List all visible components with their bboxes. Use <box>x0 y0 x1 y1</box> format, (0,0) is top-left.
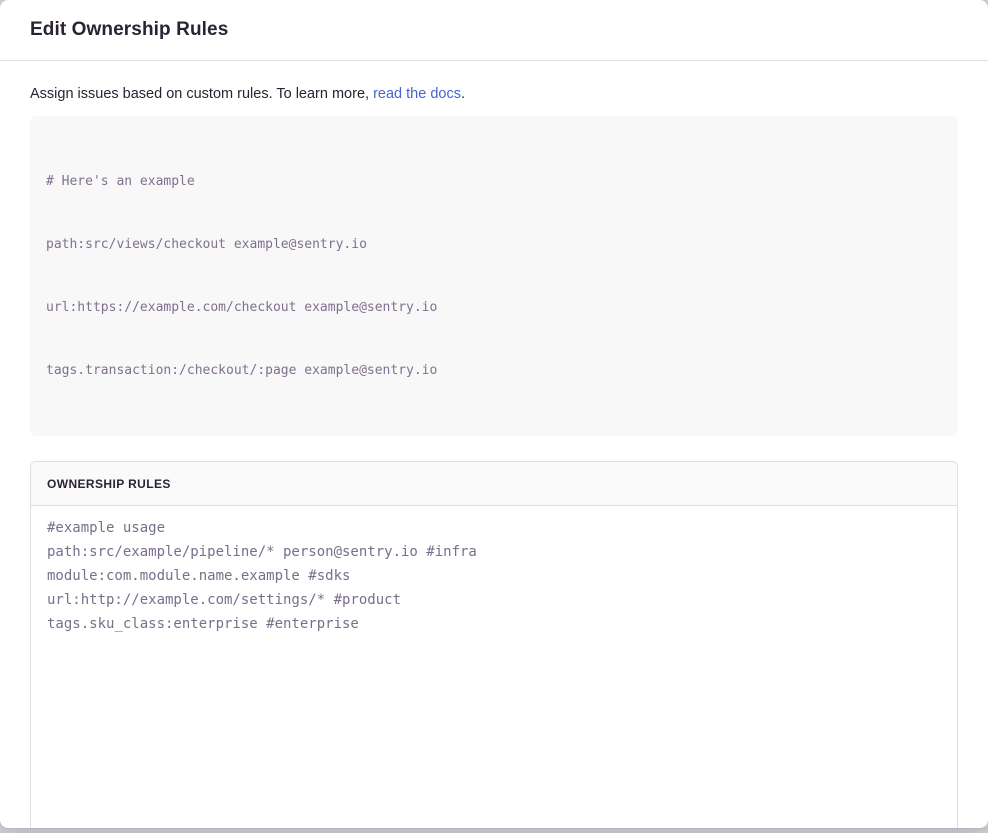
example-code-line: # Here's an example <box>46 171 942 192</box>
example-code-line: path:src/views/checkout example@sentry.i… <box>46 234 942 255</box>
ownership-rules-panel: OWNERSHIP RULES #example usage path:src/… <box>30 461 958 828</box>
example-code-block: # Here's an example path:src/views/check… <box>30 116 958 436</box>
ownership-rules-panel-header: OWNERSHIP RULES <box>31 462 957 506</box>
modal-header: Edit Ownership Rules <box>0 0 988 61</box>
description: Assign issues based on custom rules. To … <box>30 84 958 104</box>
description-text: Assign issues based on custom rules. To … <box>30 86 373 102</box>
modal-body: Assign issues based on custom rules. To … <box>0 61 988 828</box>
edit-ownership-rules-modal: Edit Ownership Rules Assign issues based… <box>0 0 988 828</box>
example-code-line: tags.transaction:/checkout/:page example… <box>46 360 942 381</box>
read-the-docs-link[interactable]: read the docs <box>373 86 461 102</box>
ownership-rules-textarea[interactable]: #example usage path:src/example/pipeline… <box>31 506 957 828</box>
ownership-rules-panel-title: OWNERSHIP RULES <box>47 477 171 491</box>
page-title: Edit Ownership Rules <box>30 19 228 41</box>
description-period: . <box>461 86 465 102</box>
example-code-line: url:https://example.com/checkout example… <box>46 297 942 318</box>
